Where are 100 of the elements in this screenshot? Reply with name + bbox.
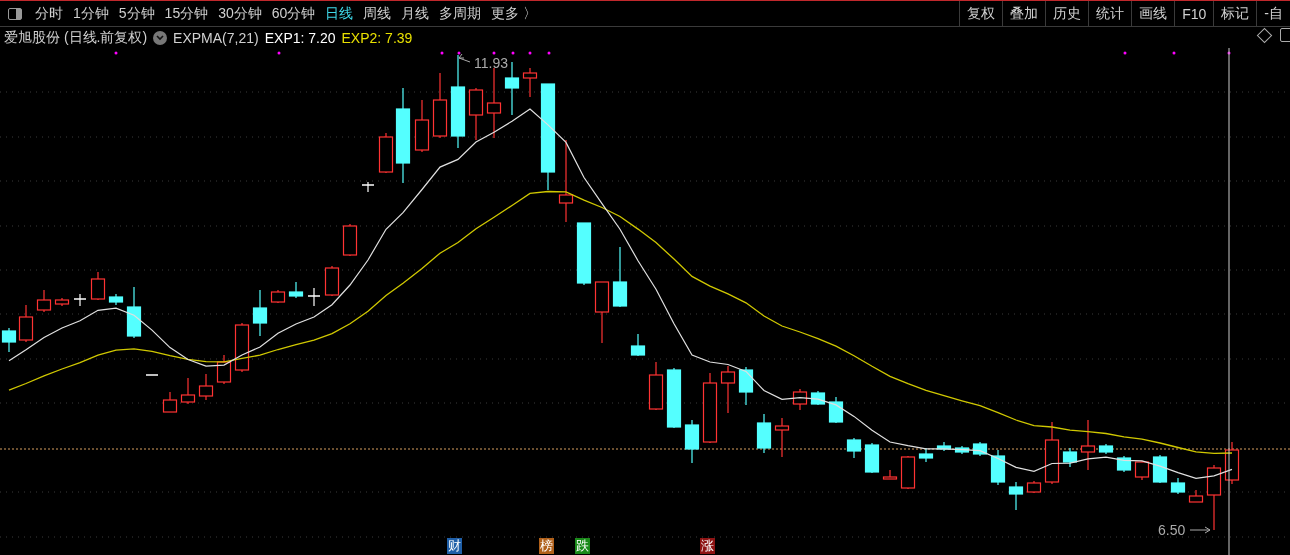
candlestick: [252, 289, 268, 337]
candlestick: [666, 367, 682, 429]
stock-name: 爱旭股份 (日线.前复权): [4, 28, 148, 47]
candlestick: [990, 449, 1006, 486]
candlestick: [792, 388, 808, 411]
marker-dot: [1123, 51, 1127, 55]
period-tab[interactable]: 多周期: [434, 4, 487, 23]
candlestick: [1188, 489, 1204, 503]
candlestick: [73, 293, 87, 307]
candlestick: [234, 322, 250, 373]
candlestick: [1116, 455, 1132, 473]
toolbar-button[interactable]: 叠加: [1002, 1, 1046, 26]
event-badge[interactable]: 榜: [539, 538, 554, 554]
candlestick: [1224, 441, 1240, 485]
period-tab[interactable]: 更多 〉: [486, 4, 543, 23]
marker-dot: [114, 51, 118, 55]
candlestick: [810, 390, 826, 406]
candlestick: [774, 417, 790, 458]
toolbar-button[interactable]: 标记: [1213, 1, 1257, 26]
candlestick: [576, 222, 592, 286]
low-price-label: 6.50: [1158, 522, 1186, 538]
candlestick: [1062, 447, 1078, 468]
candlestick: [288, 281, 304, 299]
candlestick: [126, 286, 142, 339]
period-tab[interactable]: 60分钟: [266, 4, 321, 23]
candlestick: [486, 67, 502, 139]
toolbar-button[interactable]: 复权: [959, 1, 1003, 26]
candlestick: [342, 223, 358, 257]
candlestick: [756, 413, 772, 454]
marker-dot: [511, 51, 515, 55]
arrow-icon: [458, 53, 471, 63]
exp1-value: EXP1: 7.20: [264, 29, 336, 46]
marker-dot: [277, 51, 281, 55]
candlestick: [307, 287, 321, 307]
candlestick: [216, 354, 232, 385]
toolbar-button[interactable]: F10: [1174, 1, 1214, 26]
period-tab[interactable]: 15分钟: [159, 4, 214, 23]
marker-dot: [492, 51, 496, 55]
event-badge[interactable]: 跌: [575, 538, 590, 554]
indicator-name: EXPMA(7,21): [173, 29, 259, 46]
candlestick: [1134, 460, 1150, 481]
event-badge[interactable]: 财: [447, 538, 462, 554]
candlestick: [864, 442, 880, 474]
candlestick: [432, 72, 448, 139]
candlestick: [145, 374, 159, 376]
period-tab[interactable]: 1分钟: [68, 4, 114, 23]
candlestick: [594, 281, 610, 344]
candlestick: [162, 391, 178, 413]
dropdown-icon[interactable]: [153, 30, 168, 45]
candlestick: [882, 469, 898, 480]
candlestick: [361, 181, 375, 193]
candlestick: [918, 447, 934, 463]
candlestick: [1080, 419, 1096, 471]
marker-dot: [1172, 51, 1176, 55]
marker-dot: [547, 51, 551, 55]
period-tab[interactable]: 30分钟: [213, 4, 267, 23]
marker-dot: [440, 51, 444, 55]
panel-icon[interactable]: [1280, 28, 1290, 42]
candlestick: [954, 445, 970, 455]
candlestick: [936, 441, 952, 452]
toolbar-button[interactable]: -自: [1256, 1, 1290, 26]
candlestick: [468, 87, 484, 141]
candlestick: [1206, 464, 1222, 531]
period-tab[interactable]: 日线: [320, 4, 359, 23]
candlestick: [1152, 454, 1168, 484]
candlestick: [180, 377, 196, 405]
marker-dot: [528, 51, 532, 55]
candlestick: [684, 419, 700, 464]
period-tab[interactable]: 分时: [30, 4, 68, 23]
arrow-icon: [1189, 526, 1211, 534]
sidebar-toggle-icon[interactable]: [8, 7, 22, 20]
candlestick: [108, 293, 124, 306]
candlestick: [1170, 477, 1186, 495]
period-tab[interactable]: 5分钟: [113, 4, 160, 23]
candlestick: [54, 297, 70, 307]
candlestick: [90, 271, 106, 301]
candlestick: [198, 373, 214, 401]
high-price-label: 11.93: [474, 55, 508, 71]
candlestick: [1044, 421, 1060, 485]
toolbar-button[interactable]: 历史: [1045, 1, 1089, 26]
period-tab[interactable]: 周线: [358, 4, 397, 23]
marker-dot: [457, 51, 461, 55]
candlestick: [414, 99, 430, 153]
event-badge[interactable]: 涨: [700, 538, 715, 554]
period-tab[interactable]: 月线: [396, 4, 435, 23]
toolbar-button[interactable]: 统计: [1088, 1, 1132, 26]
candlestick: [720, 365, 736, 414]
candlestick: [1098, 443, 1114, 455]
candlestick: [828, 396, 844, 424]
candlestick: [972, 441, 988, 457]
candlestick: [630, 333, 646, 357]
candlestick: [612, 246, 628, 308]
candlestick: [846, 437, 862, 459]
candlestick: [702, 372, 718, 444]
candlestick: [900, 455, 916, 490]
candlestick: [324, 265, 340, 297]
toolbar-button[interactable]: 画线: [1131, 1, 1175, 26]
exp2-value: EXP2: 7.39: [341, 29, 413, 46]
candlestick: [648, 361, 664, 411]
candlestick: [36, 289, 52, 313]
